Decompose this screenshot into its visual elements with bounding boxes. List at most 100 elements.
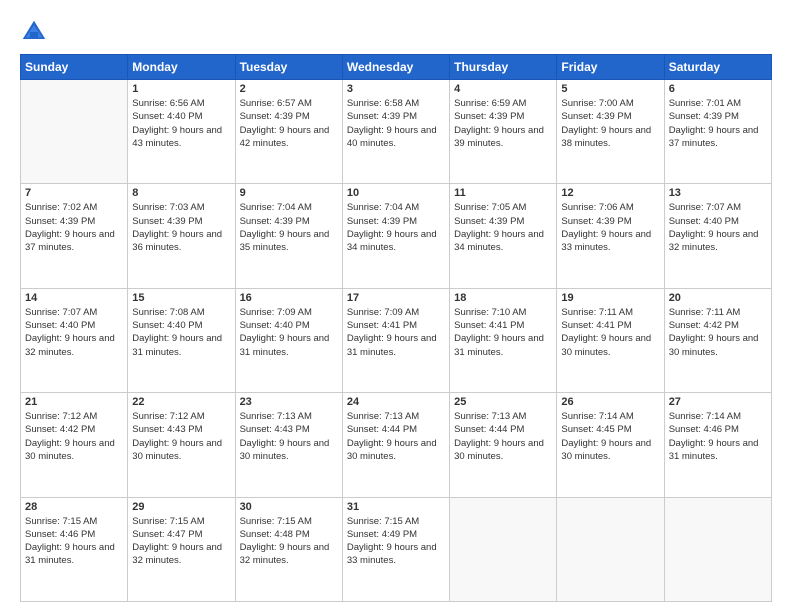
sunset-text: Sunset: 4:39 PM (347, 215, 445, 228)
sunrise-text: Sunrise: 7:04 AM (240, 201, 338, 214)
calendar-week-row: 1 Sunrise: 6:56 AM Sunset: 4:40 PM Dayli… (21, 80, 772, 184)
sunrise-text: Sunrise: 7:13 AM (454, 410, 552, 423)
day-number: 8 (132, 187, 230, 199)
sunset-text: Sunset: 4:41 PM (561, 319, 659, 332)
day-number: 29 (132, 501, 230, 513)
sunrise-text: Sunrise: 7:07 AM (669, 201, 767, 214)
daylight-text: Daylight: 9 hours and 37 minutes. (25, 228, 123, 255)
sunrise-text: Sunrise: 7:11 AM (561, 306, 659, 319)
calendar-cell: 27 Sunrise: 7:14 AM Sunset: 4:46 PM Dayl… (664, 393, 771, 497)
sunrise-text: Sunrise: 7:15 AM (347, 515, 445, 528)
daylight-text: Daylight: 9 hours and 30 minutes. (132, 437, 230, 464)
day-number: 10 (347, 187, 445, 199)
sunset-text: Sunset: 4:39 PM (132, 215, 230, 228)
day-number: 24 (347, 396, 445, 408)
sunrise-text: Sunrise: 7:07 AM (25, 306, 123, 319)
sunset-text: Sunset: 4:40 PM (132, 319, 230, 332)
sunrise-text: Sunrise: 7:08 AM (132, 306, 230, 319)
calendar: SundayMondayTuesdayWednesdayThursdayFrid… (20, 54, 772, 602)
sunrise-text: Sunrise: 7:13 AM (347, 410, 445, 423)
daylight-text: Daylight: 9 hours and 30 minutes. (561, 332, 659, 359)
day-header: Saturday (664, 55, 771, 80)
daylight-text: Daylight: 9 hours and 33 minutes. (347, 541, 445, 568)
logo (20, 18, 52, 46)
day-number: 20 (669, 292, 767, 304)
day-number: 28 (25, 501, 123, 513)
daylight-text: Daylight: 9 hours and 31 minutes. (347, 332, 445, 359)
sunset-text: Sunset: 4:47 PM (132, 528, 230, 541)
day-header: Wednesday (342, 55, 449, 80)
calendar-cell (21, 80, 128, 184)
day-number: 26 (561, 396, 659, 408)
daylight-text: Daylight: 9 hours and 34 minutes. (454, 228, 552, 255)
calendar-cell: 3 Sunrise: 6:58 AM Sunset: 4:39 PM Dayli… (342, 80, 449, 184)
calendar-cell: 12 Sunrise: 7:06 AM Sunset: 4:39 PM Dayl… (557, 184, 664, 288)
sunrise-text: Sunrise: 6:57 AM (240, 97, 338, 110)
calendar-cell: 11 Sunrise: 7:05 AM Sunset: 4:39 PM Dayl… (450, 184, 557, 288)
daylight-text: Daylight: 9 hours and 32 minutes. (240, 541, 338, 568)
day-number: 30 (240, 501, 338, 513)
daylight-text: Daylight: 9 hours and 39 minutes. (454, 124, 552, 151)
sunset-text: Sunset: 4:43 PM (132, 423, 230, 436)
day-number: 22 (132, 396, 230, 408)
day-number: 23 (240, 396, 338, 408)
sunset-text: Sunset: 4:48 PM (240, 528, 338, 541)
sunrise-text: Sunrise: 7:12 AM (25, 410, 123, 423)
sunset-text: Sunset: 4:40 PM (669, 215, 767, 228)
sunset-text: Sunset: 4:39 PM (561, 110, 659, 123)
day-header: Sunday (21, 55, 128, 80)
daylight-text: Daylight: 9 hours and 30 minutes. (240, 437, 338, 464)
sunrise-text: Sunrise: 7:02 AM (25, 201, 123, 214)
day-number: 15 (132, 292, 230, 304)
day-number: 4 (454, 83, 552, 95)
calendar-cell (450, 497, 557, 601)
calendar-cell: 28 Sunrise: 7:15 AM Sunset: 4:46 PM Dayl… (21, 497, 128, 601)
sunrise-text: Sunrise: 7:03 AM (132, 201, 230, 214)
daylight-text: Daylight: 9 hours and 34 minutes. (347, 228, 445, 255)
daylight-text: Daylight: 9 hours and 36 minutes. (132, 228, 230, 255)
daylight-text: Daylight: 9 hours and 33 minutes. (561, 228, 659, 255)
daylight-text: Daylight: 9 hours and 42 minutes. (240, 124, 338, 151)
daylight-text: Daylight: 9 hours and 31 minutes. (669, 437, 767, 464)
sunset-text: Sunset: 4:46 PM (669, 423, 767, 436)
day-number: 2 (240, 83, 338, 95)
daylight-text: Daylight: 9 hours and 35 minutes. (240, 228, 338, 255)
sunrise-text: Sunrise: 7:00 AM (561, 97, 659, 110)
sunrise-text: Sunrise: 7:15 AM (240, 515, 338, 528)
sunset-text: Sunset: 4:42 PM (669, 319, 767, 332)
day-number: 1 (132, 83, 230, 95)
calendar-cell: 4 Sunrise: 6:59 AM Sunset: 4:39 PM Dayli… (450, 80, 557, 184)
calendar-cell: 31 Sunrise: 7:15 AM Sunset: 4:49 PM Dayl… (342, 497, 449, 601)
calendar-week-row: 28 Sunrise: 7:15 AM Sunset: 4:46 PM Dayl… (21, 497, 772, 601)
daylight-text: Daylight: 9 hours and 30 minutes. (25, 437, 123, 464)
daylight-text: Daylight: 9 hours and 31 minutes. (132, 332, 230, 359)
sunset-text: Sunset: 4:41 PM (347, 319, 445, 332)
sunset-text: Sunset: 4:39 PM (454, 215, 552, 228)
day-number: 31 (347, 501, 445, 513)
sunrise-text: Sunrise: 7:09 AM (347, 306, 445, 319)
calendar-cell: 17 Sunrise: 7:09 AM Sunset: 4:41 PM Dayl… (342, 288, 449, 392)
sunrise-text: Sunrise: 7:04 AM (347, 201, 445, 214)
day-number: 12 (561, 187, 659, 199)
calendar-cell: 7 Sunrise: 7:02 AM Sunset: 4:39 PM Dayli… (21, 184, 128, 288)
calendar-cell (557, 497, 664, 601)
sunset-text: Sunset: 4:39 PM (25, 215, 123, 228)
sunset-text: Sunset: 4:43 PM (240, 423, 338, 436)
sunset-text: Sunset: 4:39 PM (561, 215, 659, 228)
day-header: Friday (557, 55, 664, 80)
calendar-cell: 18 Sunrise: 7:10 AM Sunset: 4:41 PM Dayl… (450, 288, 557, 392)
sunrise-text: Sunrise: 7:10 AM (454, 306, 552, 319)
day-number: 6 (669, 83, 767, 95)
calendar-cell: 24 Sunrise: 7:13 AM Sunset: 4:44 PM Dayl… (342, 393, 449, 497)
sunset-text: Sunset: 4:41 PM (454, 319, 552, 332)
calendar-cell: 30 Sunrise: 7:15 AM Sunset: 4:48 PM Dayl… (235, 497, 342, 601)
sunset-text: Sunset: 4:40 PM (25, 319, 123, 332)
day-header: Tuesday (235, 55, 342, 80)
day-number: 21 (25, 396, 123, 408)
sunrise-text: Sunrise: 7:06 AM (561, 201, 659, 214)
daylight-text: Daylight: 9 hours and 40 minutes. (347, 124, 445, 151)
daylight-text: Daylight: 9 hours and 43 minutes. (132, 124, 230, 151)
sunrise-text: Sunrise: 7:13 AM (240, 410, 338, 423)
calendar-cell: 9 Sunrise: 7:04 AM Sunset: 4:39 PM Dayli… (235, 184, 342, 288)
sunrise-text: Sunrise: 7:05 AM (454, 201, 552, 214)
